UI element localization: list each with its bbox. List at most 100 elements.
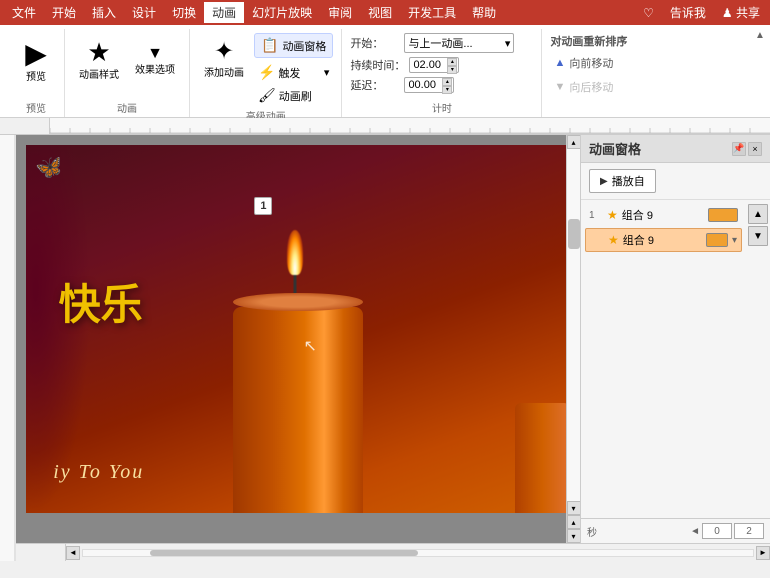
slide-area: 🦋 快乐 iy To You: [16, 135, 580, 543]
move-forward-button[interactable]: ▲ 向前移动: [550, 53, 617, 73]
scroll-thumb[interactable]: [568, 219, 580, 249]
small-candle-body: [515, 403, 570, 513]
ribbon-collapse-button[interactable]: ▲: [750, 25, 770, 45]
share-button[interactable]: ♟ 共享: [716, 2, 766, 23]
ribbon-group-reorder: 对动画重新排序 ▲ 向前移动 ▼ 向后移动: [542, 29, 662, 117]
h-scroll-track[interactable]: [82, 549, 754, 557]
menu-review[interactable]: 审阅: [320, 2, 360, 23]
menu-help[interactable]: 帮助: [464, 2, 504, 23]
scroll-left-button[interactable]: ◄: [66, 546, 80, 560]
start-label: 开始：: [350, 35, 400, 51]
h-scroll-thumb[interactable]: [150, 550, 418, 556]
ribbon-group-animation: ★ 动画样式 ▼ 效果选项 动画: [65, 29, 190, 117]
animation-panel-title: 动画窗格: [589, 139, 641, 158]
candle-wick: [293, 273, 296, 293]
menu-transition[interactable]: 切换: [164, 2, 204, 23]
birthday-text: iy To You: [53, 461, 144, 484]
menu-design[interactable]: 设计: [124, 2, 164, 23]
scroll-right-button[interactable]: ►: [756, 546, 770, 560]
animation-panel-label: 动画窗格: [282, 38, 326, 54]
menu-insert[interactable]: 插入: [84, 2, 124, 23]
time-left-btn[interactable]: ◄: [690, 526, 700, 537]
panel-close-button[interactable]: ×: [748, 142, 762, 156]
animation-panel-header: 动画窗格 📌 ×: [581, 135, 770, 163]
move-up-button[interactable]: ▲: [748, 204, 768, 224]
time-end: 2: [734, 523, 764, 539]
animation-panel-footer: 秒 ◄ 0 2: [581, 518, 770, 543]
heart-icon[interactable]: ♡: [637, 4, 660, 22]
duration-down[interactable]: ▾: [447, 66, 457, 74]
trigger-button[interactable]: ⚡ 触发 ▾: [254, 62, 333, 83]
delay-down[interactable]: ▾: [442, 86, 452, 94]
duration-input-wrapper: ▴ ▾: [409, 57, 459, 73]
duration-spinner: ▴ ▾: [447, 58, 457, 74]
play-button[interactable]: ▶ 播放自: [589, 169, 656, 193]
start-value: 与上一动画...: [408, 35, 472, 51]
scroll-prev[interactable]: ▴: [567, 515, 581, 529]
animation-style-button[interactable]: ★ 动画样式: [73, 33, 125, 86]
advanced-content: ✦ 添加动画 📋 动画窗格 ⚡ 触发 ▾ 🖌 动画刷: [198, 33, 333, 106]
animation-brush-button[interactable]: 🖌 动画刷: [254, 85, 333, 106]
preview-content: ▶ 预览: [16, 33, 56, 98]
side-buttons: ▲ ▼: [746, 200, 770, 518]
tell-me[interactable]: 告诉我: [664, 2, 712, 23]
delay-input-wrapper: ▴ ▾: [404, 77, 454, 93]
trigger-icon: ⚡: [258, 64, 275, 81]
candle-flame: [287, 230, 303, 275]
ribbon-group-advanced: ✦ 添加动画 📋 动画窗格 ⚡ 触发 ▾ 🖌 动画刷: [190, 29, 342, 117]
slide-canvas[interactable]: 🦋 快乐 iy To You: [26, 145, 570, 513]
delay-input[interactable]: [408, 79, 444, 91]
effect-options-label: 效果选项: [135, 65, 175, 77]
move-forward-icon: ▲: [554, 57, 565, 69]
left-deco: [26, 145, 91, 513]
panel-pin-button[interactable]: 📌: [732, 142, 746, 156]
reorder-content: 对动画重新排序 ▲ 向前移动 ▼ 向后移动: [550, 33, 654, 113]
move-down-button[interactable]: ▼: [748, 226, 768, 246]
time-start: 0: [702, 523, 732, 539]
timer-content: 开始： 与上一动画... ▾ 持续时间： ▴ ▾: [350, 33, 533, 98]
menu-animation[interactable]: 动画: [204, 2, 244, 23]
duration-input[interactable]: [413, 59, 449, 71]
animation-panel: 动画窗格 📌 × ▶ 播放自 1: [580, 135, 770, 543]
animation-panel-button[interactable]: 📋 动画窗格: [254, 33, 333, 58]
menu-home[interactable]: 开始: [44, 2, 84, 23]
scroll-track[interactable]: [567, 149, 581, 501]
item1-num: 1: [589, 210, 603, 221]
scroll-next[interactable]: ▾: [567, 529, 581, 543]
menu-slideshow[interactable]: 幻灯片放映: [244, 2, 320, 23]
move-backward-button[interactable]: ▼ 向后移动: [550, 77, 617, 97]
v-ruler-svg: [0, 135, 16, 561]
item2-arrow[interactable]: ▾: [732, 235, 737, 246]
slide-row: 🦋 快乐 iy To You: [16, 135, 770, 543]
start-select[interactable]: 与上一动画... ▾: [404, 33, 514, 53]
ribbon: ▶ 预览 预览 ★ 动画样式 ▼ 效果选项 动画: [0, 25, 770, 118]
ribbon-group-timer: 开始： 与上一动画... ▾ 持续时间： ▴ ▾: [342, 29, 542, 117]
candle-top: [233, 293, 363, 311]
scroll-down-button[interactable]: ▾: [567, 501, 581, 515]
animation-item-2[interactable]: ★ 组合 9 ▾: [585, 228, 742, 252]
butterfly: 🦋: [34, 153, 66, 183]
effect-options-button[interactable]: ▼ 效果选项: [129, 33, 181, 81]
animation-style-icon: ★: [87, 37, 110, 68]
menu-view[interactable]: 视图: [360, 2, 400, 23]
effect-options-icon: ▼: [147, 45, 163, 63]
ruler-svg: // drawn via JS below: [50, 118, 770, 134]
delay-up[interactable]: ▴: [442, 78, 452, 86]
menu-developer[interactable]: 开发工具: [400, 2, 464, 23]
number-badge: 1: [254, 197, 272, 215]
add-animation-button[interactable]: ✦ 添加动画: [198, 33, 250, 84]
preview-group-label: 预览: [26, 98, 46, 115]
start-arrow: ▾: [505, 37, 511, 50]
menubar: 文件 开始 插入 设计 切换 动画 幻灯片放映 审阅 视图 开发工具 帮助 ♡ …: [0, 0, 770, 25]
item1-star: ★: [607, 208, 618, 222]
footer-label: 秒: [587, 524, 597, 539]
animation-item-1[interactable]: 1 ★ 组合 9: [585, 204, 742, 226]
animation-style-label: 动画样式: [79, 70, 119, 82]
item1-color: [708, 208, 738, 222]
menu-file[interactable]: 文件: [4, 2, 44, 23]
preview-button[interactable]: ▶ 预览: [16, 33, 56, 88]
scroll-up-button[interactable]: ▴: [567, 135, 581, 149]
duration-row: 持续时间： ▴ ▾: [350, 57, 459, 73]
duration-up[interactable]: ▴: [447, 58, 457, 66]
animation-panel-icon: 📋: [261, 37, 278, 54]
